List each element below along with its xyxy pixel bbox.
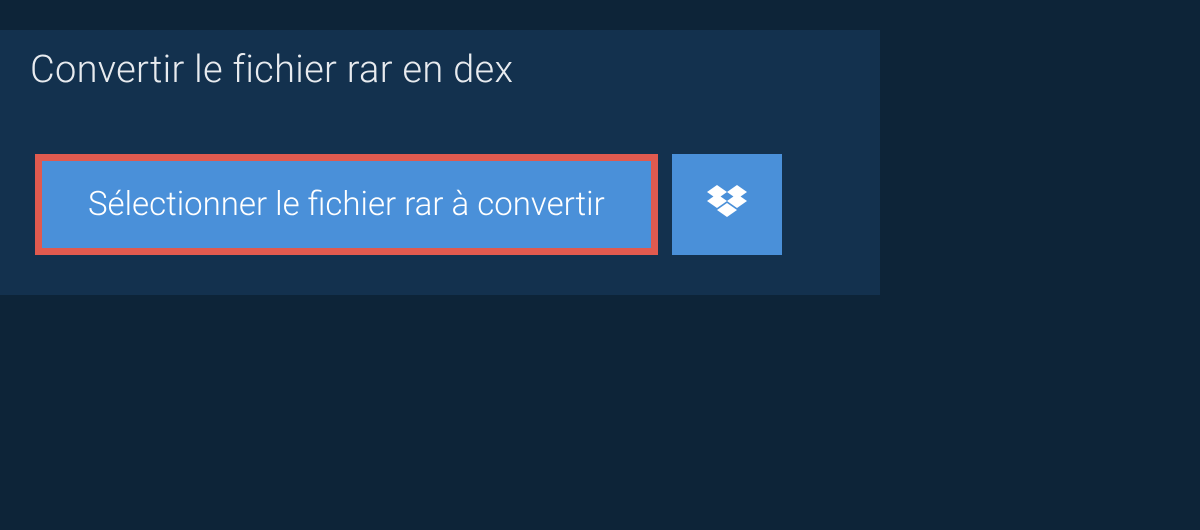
title-tab: Convertir le fichier rar en dex bbox=[0, 30, 543, 114]
page-title: Convertir le fichier rar en dex bbox=[30, 48, 513, 92]
dropbox-icon bbox=[707, 185, 747, 225]
action-button-row: Sélectionner le fichier rar à convertir bbox=[35, 154, 880, 255]
select-file-button-label: Sélectionner le fichier rar à convertir bbox=[88, 185, 605, 224]
converter-panel: Convertir le fichier rar en dex Sélectio… bbox=[0, 30, 880, 295]
select-file-button[interactable]: Sélectionner le fichier rar à convertir bbox=[35, 154, 658, 255]
dropbox-button[interactable] bbox=[672, 154, 782, 255]
